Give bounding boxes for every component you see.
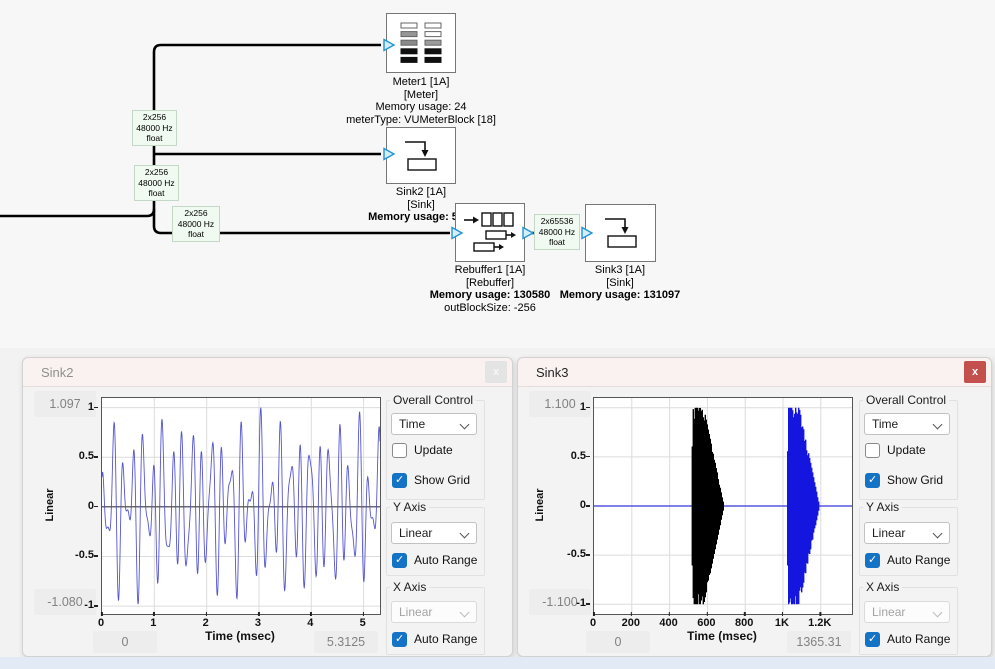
group-label-overall: Overall Control (390, 393, 476, 407)
x-end-readout: 5.3125 (314, 631, 378, 653)
x-tick-label: 0 (590, 617, 596, 629)
x-scale-dropdown[interactable]: Linear (864, 601, 950, 623)
y-tick-label: 0.5 (79, 450, 94, 462)
group-label-x-axis: X Axis (863, 580, 902, 594)
scope-window-sink2: Sink2 x 1.097 -1.080 Linear 10.50-0.5-1 … (22, 357, 513, 657)
vu-meter-icon (398, 21, 444, 65)
block-sink3[interactable] (585, 204, 656, 262)
scope-window-sink3: Sink3 x 1.100 -1.100 Linear 10.50-0.5-1 … (517, 357, 992, 657)
rebuffer-icon (462, 211, 518, 255)
y-tick-labels: 1 0.5 0 -0.5 -1 (557, 397, 589, 613)
x-tick-label: 400 (659, 617, 677, 629)
group-label-overall: Overall Control (863, 393, 949, 407)
chevron-down-icon (460, 529, 470, 539)
x-auto-range-checkbox[interactable]: Auto Range (392, 631, 477, 647)
taskbar-edge-strip (0, 657, 995, 669)
group-label-y-axis: Y Axis (390, 500, 429, 514)
block-label-meter1: Meter1 [1A] [Meter] Memory usage: 24 met… (331, 76, 511, 126)
y-tick-label: -1 (84, 599, 94, 611)
checkbox-box[interactable] (392, 473, 407, 488)
block-label-rebuffer1: Rebuffer1 [1A] [Rebuffer] Memory usage: … (410, 264, 570, 314)
wire-label: 2x256 48000 Hz float (132, 110, 177, 146)
sink-icon (397, 139, 445, 173)
window-titlebar[interactable]: Sink2 x (23, 358, 512, 387)
block-meter1[interactable] (386, 13, 456, 73)
x-tick-label: 1.2K (808, 617, 831, 629)
block-diagram: 2x256 48000 Hz float 2x256 48000 Hz floa… (0, 0, 995, 348)
close-icon[interactable]: x (964, 361, 986, 383)
x-tick-label: 600 (697, 617, 715, 629)
window-titlebar[interactable]: Sink3 x (518, 358, 991, 387)
group-label-y-axis: Y Axis (863, 500, 902, 514)
checkbox-box[interactable] (392, 553, 407, 568)
x-tick-label: 5 (360, 617, 366, 629)
group-label-x-axis: X Axis (390, 580, 429, 594)
y-tick-labels: 1 0.5 0 -0.5 -1 (65, 397, 97, 613)
chevron-down-icon (933, 420, 943, 430)
x-tick-labels: 0 200 400 600 800 1K 1.2K (593, 613, 851, 629)
chevron-down-icon (460, 608, 470, 618)
x-tick-label: 1 (150, 617, 156, 629)
x-tick-labels: 0 1 2 3 4 5 (101, 613, 379, 629)
waveform-plot[interactable] (101, 397, 381, 615)
sink-icon (597, 216, 645, 250)
y-scale-dropdown[interactable]: Linear (391, 522, 477, 544)
x-tick-label: 200 (622, 617, 640, 629)
app-canvas: 2x256 48000 Hz float 2x256 48000 Hz floa… (0, 0, 995, 669)
y-axis-label: Linear (44, 455, 58, 555)
block-sink2[interactable] (386, 127, 456, 184)
y-tick-label: -1 (576, 597, 586, 609)
y-tick-label: 0.5 (571, 450, 586, 462)
y-tick-label: -0.5 (75, 549, 94, 561)
x-tick-label: 3 (255, 617, 261, 629)
checkbox-box[interactable] (392, 443, 407, 458)
checkbox-box[interactable] (865, 553, 880, 568)
x-auto-range-checkbox[interactable]: Auto Range (865, 631, 950, 647)
time-dropdown[interactable]: Time (864, 413, 950, 435)
x-tick-label: 800 (735, 617, 753, 629)
close-icon[interactable]: x (485, 361, 507, 383)
y-tick-label: -0.5 (567, 548, 586, 560)
y-auto-range-checkbox[interactable]: Auto Range (865, 552, 950, 568)
x-tick-label: 1K (775, 617, 789, 629)
chevron-down-icon (933, 608, 943, 618)
checkbox-box[interactable] (865, 443, 880, 458)
x-scale-dropdown[interactable]: Linear (391, 601, 477, 623)
y-auto-range-checkbox[interactable]: Auto Range (392, 552, 477, 568)
x-start-readout: 0 (586, 631, 650, 653)
block-label-sink3: Sink3 [1A] [Sink] Memory usage: 131097 (550, 264, 690, 302)
waveform-plot[interactable] (593, 397, 853, 615)
update-checkbox[interactable]: Update (392, 442, 453, 458)
window-title: Sink2 (41, 365, 74, 380)
x-tick-label: 4 (307, 617, 313, 629)
y-scale-dropdown[interactable]: Linear (864, 522, 950, 544)
window-title: Sink3 (536, 365, 569, 380)
x-tick-label: 0 (98, 617, 104, 629)
y-tick-label: 1 (88, 401, 94, 413)
show-grid-checkbox[interactable]: Show Grid (865, 472, 943, 488)
wire-label: 2x256 48000 Hz float (172, 206, 220, 242)
wire-label: 2x65536 48000 Hz float (534, 214, 580, 250)
checkbox-box[interactable] (392, 632, 407, 647)
update-checkbox[interactable]: Update (865, 442, 926, 458)
time-dropdown[interactable]: Time (391, 413, 477, 435)
y-axis-label: Linear (534, 455, 548, 555)
x-tick-label: 2 (203, 617, 209, 629)
x-end-readout: 1365.31 (787, 631, 851, 653)
wire-label: 2x256 48000 Hz float (134, 165, 179, 201)
chevron-down-icon (460, 420, 470, 430)
block-rebuffer1[interactable] (455, 203, 525, 262)
show-grid-checkbox[interactable]: Show Grid (392, 472, 470, 488)
checkbox-box[interactable] (865, 632, 880, 647)
y-tick-label: 0 (88, 500, 94, 512)
y-tick-label: 1 (580, 401, 586, 413)
chevron-down-icon (933, 529, 943, 539)
x-start-readout: 0 (93, 631, 157, 653)
checkbox-box[interactable] (865, 473, 880, 488)
y-tick-label: 0 (580, 499, 586, 511)
